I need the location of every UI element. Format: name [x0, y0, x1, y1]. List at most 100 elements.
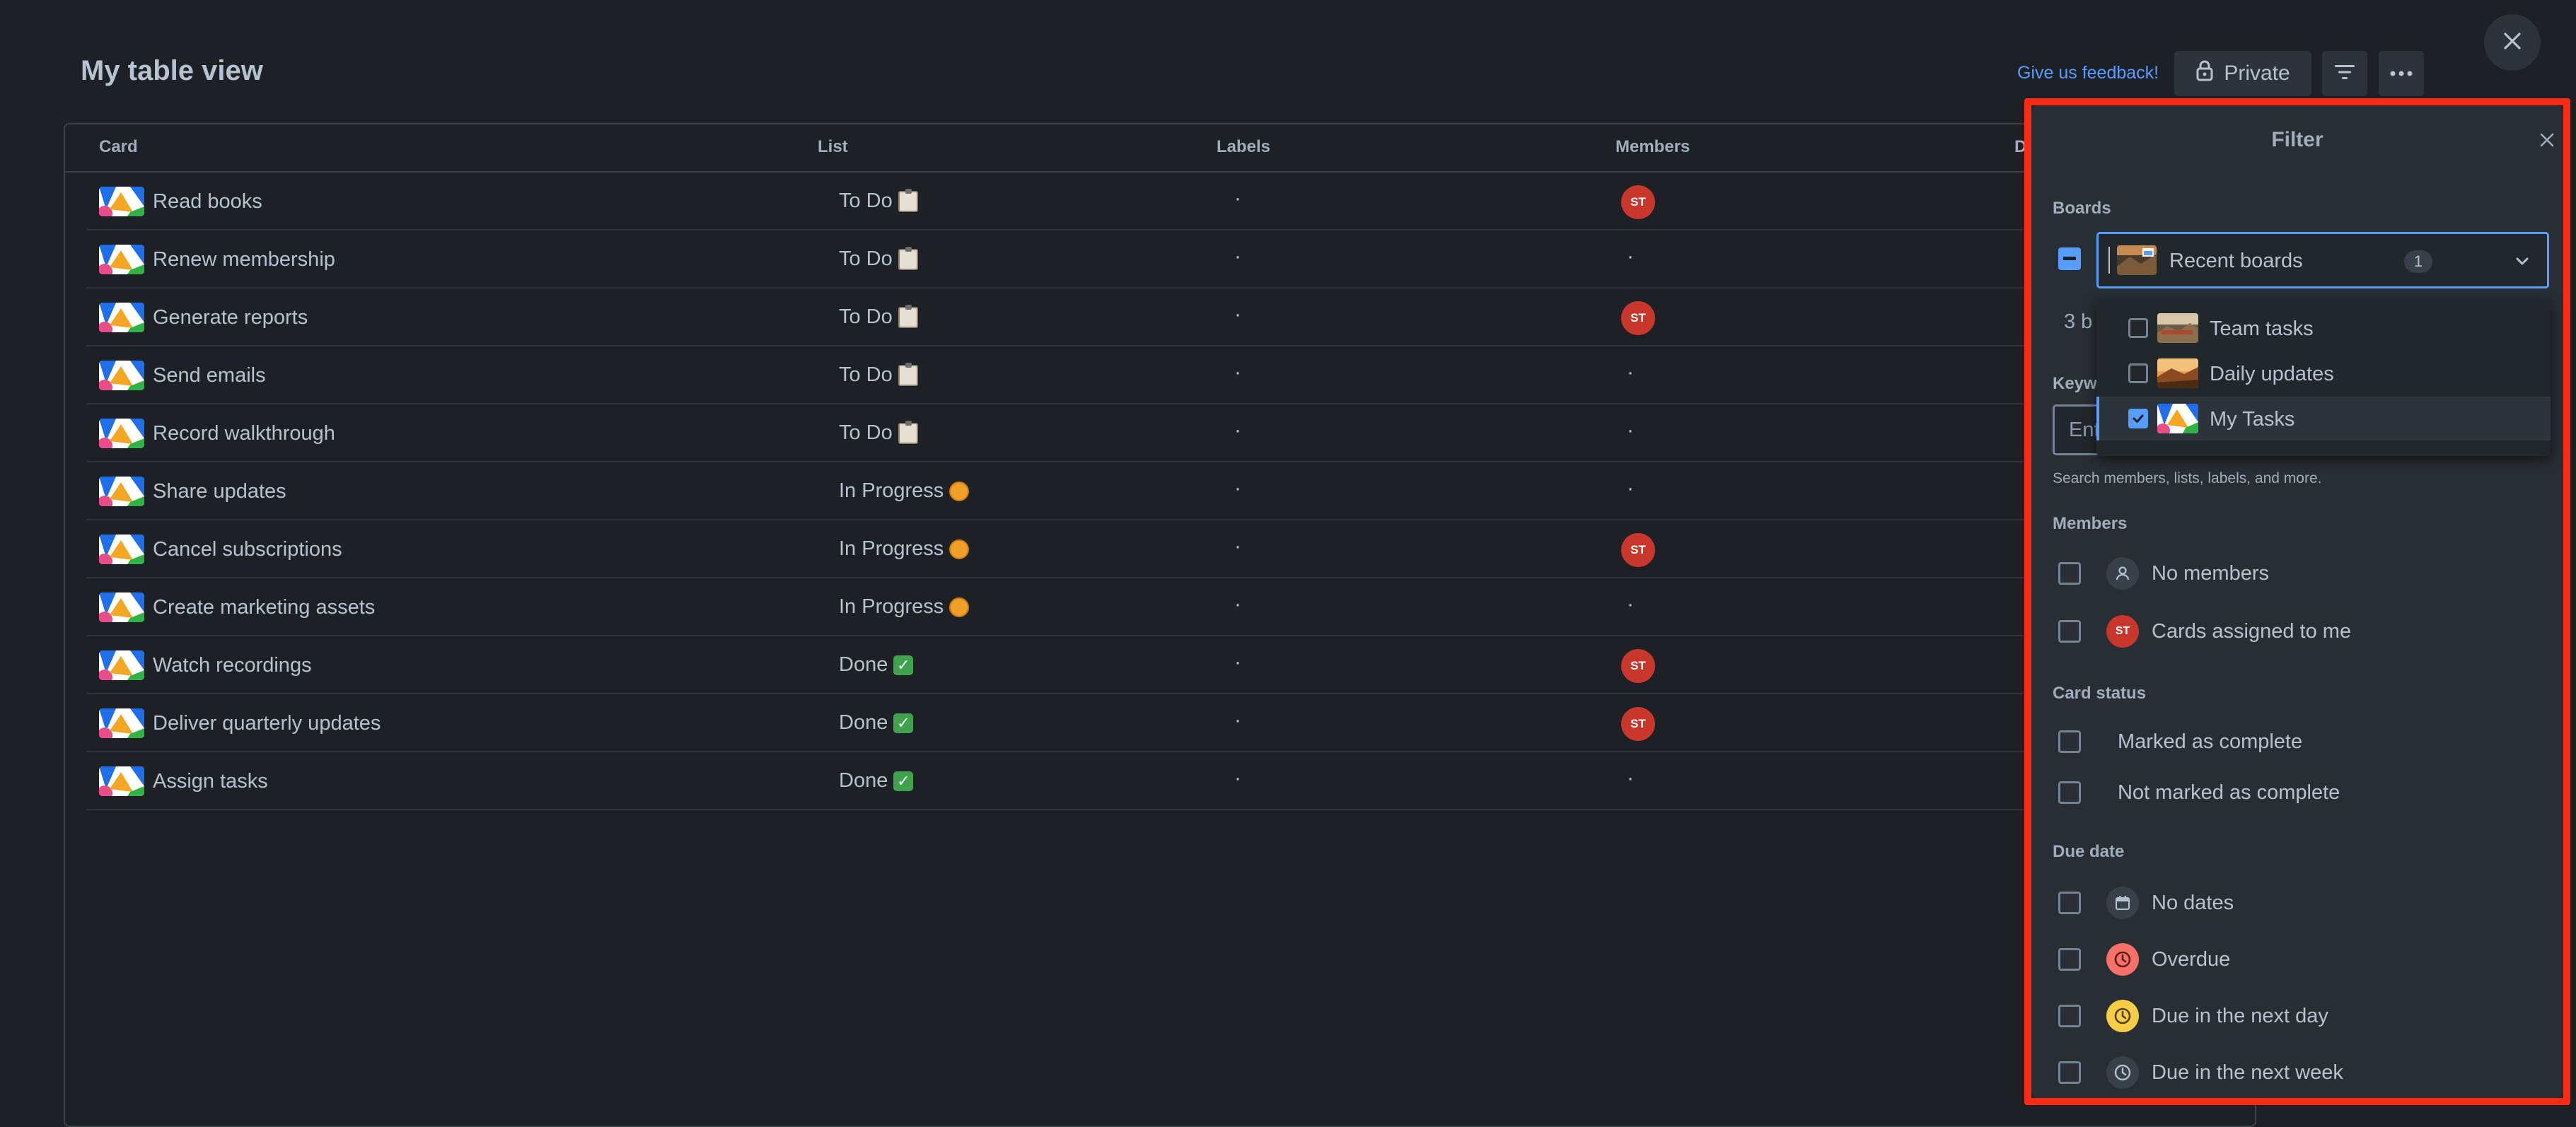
- due-next-day-label: Due in the next day: [2152, 1005, 2328, 1027]
- dropdown-item-team-tasks[interactable]: Team tasks: [2096, 306, 2551, 350]
- card-cell[interactable]: Assign tasks: [99, 766, 268, 796]
- no-members-checkbox[interactable]: [2058, 562, 2081, 585]
- boards-summary: 3 b: [2064, 310, 2092, 333]
- labels-empty: ·: [1234, 592, 1241, 616]
- overdue-label: Overdue: [2152, 948, 2231, 971]
- avatar[interactable]: ST: [1621, 649, 1655, 683]
- table-row[interactable]: Generate reports To Do · ST: [86, 288, 2258, 346]
- keyword-hint: Search members, lists, labels, and more.: [2053, 470, 2322, 486]
- card-cell[interactable]: Send emails: [99, 361, 266, 390]
- avatar[interactable]: ST: [1621, 301, 1655, 335]
- table-row[interactable]: Share updates In Progress · ·: [86, 462, 2258, 520]
- card-name[interactable]: Create marketing assets: [153, 596, 375, 619]
- table-row[interactable]: Deliver quarterly updates Done ✓ · ST: [86, 694, 2258, 752]
- filter-button[interactable]: [2322, 51, 2367, 96]
- board-thumbnail: [2157, 404, 2198, 433]
- column-header-list[interactable]: List: [818, 137, 848, 157]
- card-name[interactable]: Assign tasks: [153, 770, 268, 793]
- dropdown-item-my-tasks[interactable]: My Tasks: [2096, 397, 2551, 440]
- card-name[interactable]: Deliver quarterly updates: [153, 712, 381, 735]
- card-cell[interactable]: Cancel subscriptions: [99, 535, 342, 564]
- board-select[interactable]: Recent boards 1: [2096, 232, 2549, 288]
- card-board-thumbnail: [99, 419, 144, 448]
- more-icon: [2390, 67, 2413, 80]
- close-icon: [2539, 132, 2555, 151]
- table-row[interactable]: Send emails To Do · ·: [86, 346, 2258, 404]
- list-name: To Do: [839, 189, 893, 212]
- dropdown-item-daily-updates[interactable]: Daily updates: [2096, 351, 2551, 395]
- orange-circle-icon: [949, 597, 970, 617]
- orange-circle-icon: [949, 539, 970, 559]
- list-name: Done: [839, 653, 888, 676]
- close-view-button[interactable]: [2484, 14, 2541, 71]
- filter-icon: [2333, 63, 2356, 85]
- clock-icon: [2106, 1000, 2139, 1032]
- private-button[interactable]: Private: [2174, 51, 2311, 96]
- card-name[interactable]: Cancel subscriptions: [153, 538, 342, 561]
- avatar[interactable]: ST: [1621, 533, 1655, 567]
- labels-empty: ·: [1234, 766, 1241, 790]
- card-cell[interactable]: Generate reports: [99, 303, 308, 332]
- table-row[interactable]: Cancel subscriptions In Progress · ST: [86, 520, 2258, 578]
- card-name[interactable]: Share updates: [153, 480, 286, 503]
- card-cell[interactable]: Deliver quarterly updates: [99, 708, 381, 738]
- card-name[interactable]: Read books: [153, 190, 262, 214]
- clipboard-icon: [898, 246, 918, 270]
- keyword-label: Keyw: [2053, 374, 2096, 393]
- my-tasks-label: My Tasks: [2210, 408, 2295, 431]
- avatar[interactable]: ST: [1621, 185, 1655, 219]
- filter-close-button[interactable]: [2536, 131, 2558, 152]
- boards-dropdown: Team tasks Daily updates My Tasks: [2096, 299, 2551, 456]
- more-button[interactable]: [2379, 51, 2424, 96]
- column-header-card[interactable]: Card: [99, 137, 138, 157]
- column-header-due[interactable]: D: [2014, 137, 2026, 157]
- overdue-checkbox[interactable]: [2058, 948, 2081, 971]
- card-name[interactable]: Watch recordings: [153, 654, 312, 677]
- clock-icon: [2106, 1056, 2139, 1089]
- column-header-members[interactable]: Members: [1615, 137, 1690, 157]
- not-marked-complete-checkbox[interactable]: [2058, 781, 2081, 804]
- card-name[interactable]: Renew membership: [153, 248, 335, 271]
- table-row[interactable]: Read books To Do · ST: [86, 173, 2258, 230]
- check-icon: [2133, 414, 2144, 423]
- card-cell[interactable]: Create marketing assets: [99, 592, 375, 622]
- table-row[interactable]: Assign tasks Done ✓ · ·: [86, 752, 2258, 810]
- filter-panel: Filter Boards Recent boards 1 3 b Keyw E…: [2031, 105, 2563, 1098]
- clipboard-icon: [898, 362, 918, 386]
- daily-updates-checkbox[interactable]: [2128, 363, 2148, 383]
- no-dates-checkbox[interactable]: [2058, 892, 2081, 914]
- card-cell[interactable]: Renew membership: [99, 245, 335, 274]
- marked-complete-checkbox[interactable]: [2058, 730, 2081, 753]
- card-board-thumbnail: [99, 361, 144, 390]
- boards-select-all-checkbox[interactable]: [2058, 247, 2081, 270]
- card-cell[interactable]: Share updates: [99, 477, 286, 506]
- card-name[interactable]: Record walkthrough: [153, 422, 335, 445]
- avatar: ST: [2106, 615, 2139, 648]
- table-row[interactable]: Renew membership To Do · ·: [86, 230, 2258, 288]
- card-board-thumbnail: [99, 535, 144, 564]
- card-name[interactable]: Generate reports: [153, 306, 308, 329]
- table-row[interactable]: Create marketing assets In Progress · ·: [86, 578, 2258, 636]
- feedback-link[interactable]: Give us feedback!: [2017, 63, 2159, 83]
- due-next-day-checkbox[interactable]: [2058, 1005, 2081, 1027]
- card-board-thumbnail: [99, 245, 144, 274]
- assigned-to-me-checkbox[interactable]: [2058, 620, 2081, 643]
- column-header-labels[interactable]: Labels: [1217, 137, 1270, 157]
- card-board-thumbnail: [99, 477, 144, 506]
- labels-empty: ·: [1234, 708, 1241, 732]
- list-cell: To Do: [839, 420, 918, 445]
- my-tasks-checkbox[interactable]: [2128, 409, 2148, 428]
- table-row[interactable]: Watch recordings Done ✓ · ST: [86, 636, 2258, 694]
- check-mark-icon: ✓: [893, 713, 914, 733]
- due-next-week-checkbox[interactable]: [2058, 1061, 2081, 1084]
- no-members-label: No members: [2152, 562, 2269, 585]
- avatar[interactable]: ST: [1621, 707, 1655, 741]
- card-name[interactable]: Send emails: [153, 364, 266, 387]
- table-row[interactable]: Record walkthrough To Do · ·: [86, 404, 2258, 462]
- card-cell[interactable]: Watch recordings: [99, 650, 312, 680]
- card-cell[interactable]: Record walkthrough: [99, 419, 335, 448]
- card-cell[interactable]: Read books: [99, 187, 262, 216]
- team-tasks-checkbox[interactable]: [2128, 318, 2148, 338]
- table-header: Card List Labels Members D: [65, 124, 2255, 173]
- close-icon: [2502, 31, 2522, 54]
